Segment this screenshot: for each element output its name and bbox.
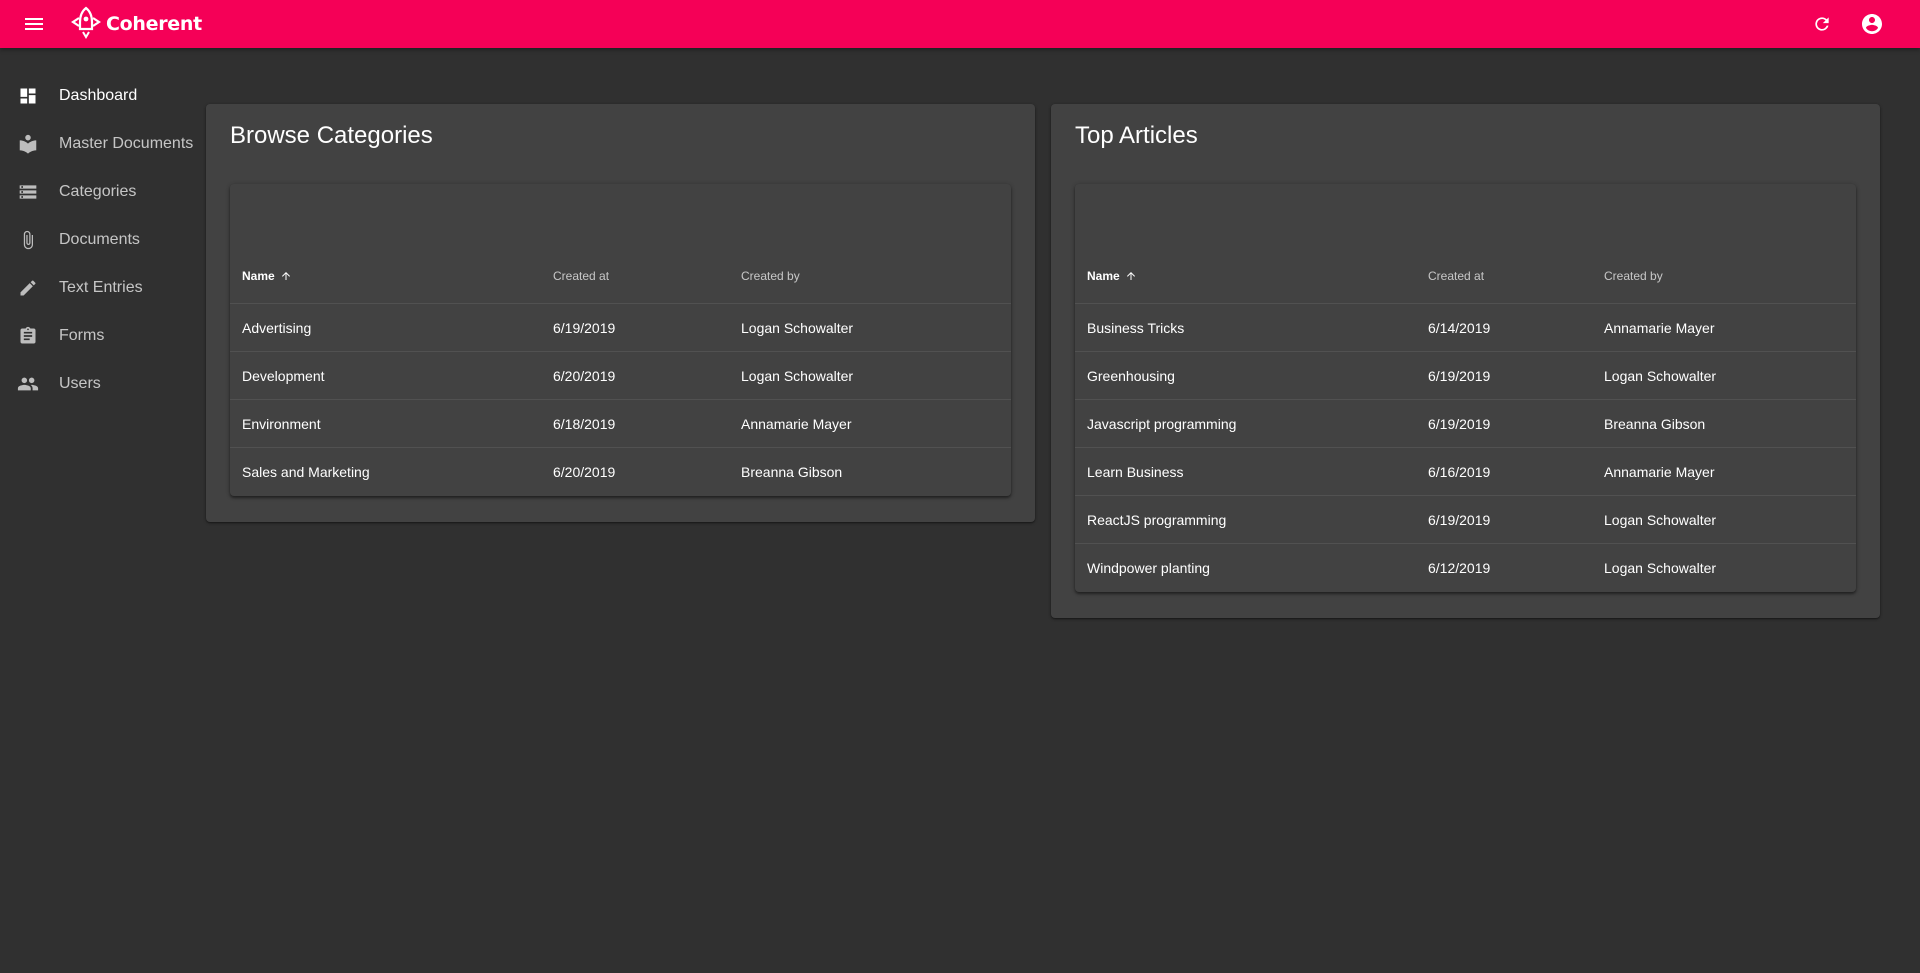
cell-name: Sales and Marketing — [242, 464, 370, 480]
cell-created-at: 6/16/2019 — [1428, 463, 1491, 480]
clipboard-icon — [16, 324, 40, 348]
column-header-name[interactable]: Name — [242, 269, 553, 283]
sidebar-item-dashboard[interactable]: Dashboard — [0, 72, 200, 120]
cell-name: Development — [242, 367, 325, 384]
table-row[interactable]: Development 6/20/2019 Logan Schowalter — [230, 352, 1011, 400]
cell-created-by: Breanna Gibson — [1604, 415, 1706, 432]
sidebar-item-label: Users — [59, 375, 101, 392]
brand-logo[interactable]: Coherent — [70, 6, 202, 42]
cell-created-by: Logan Schowalter — [1604, 560, 1717, 576]
cell-name: Business Tricks — [1087, 319, 1185, 336]
sidebar-item-label: Documents — [59, 231, 140, 248]
sidebar-item-forms[interactable]: Forms — [0, 312, 200, 360]
sidebar-item-master-documents[interactable]: Master Documents — [0, 120, 200, 168]
table-toolbar — [1075, 184, 1856, 248]
cell-created-at: 6/18/2019 — [553, 415, 616, 432]
column-header-name[interactable]: Name — [1087, 269, 1428, 283]
app-bar: Coherent — [0, 0, 1920, 48]
column-header-created-by[interactable]: Created by — [1604, 269, 1663, 283]
cell-name: Javascript programming — [1087, 415, 1237, 432]
cell-created-by: Breanna Gibson — [741, 464, 843, 480]
cell-created-at: 6/19/2019 — [1428, 415, 1491, 432]
column-header-created-by[interactable]: Created by — [741, 269, 800, 283]
articles-table: Name Created at Created by Business Tric… — [1075, 184, 1856, 592]
table-row[interactable]: Environment 6/18/2019 Annamarie Mayer — [230, 400, 1011, 448]
table-row[interactable]: Learn Business 6/16/2019 Annamarie Mayer — [1075, 448, 1856, 496]
cell-name: Windpower planting — [1087, 560, 1210, 576]
cell-name: Learn Business — [1087, 463, 1184, 480]
browse-categories-panel: Browse Categories Name Created at Create… — [206, 104, 1035, 522]
people-icon — [16, 372, 40, 396]
sidebar-item-label: Dashboard — [59, 87, 138, 104]
top-articles-panel: Top Articles Name Created at Created by … — [1051, 104, 1880, 618]
arrow-up-icon — [280, 270, 292, 282]
table-toolbar — [230, 184, 1011, 248]
cell-created-at: 6/19/2019 — [553, 319, 616, 336]
table-header: Name Created at Created by — [1075, 248, 1856, 304]
table-header: Name Created at Created by — [230, 248, 1011, 304]
cell-created-by: Logan Schowalter — [1604, 511, 1717, 528]
table-row[interactable]: Business Tricks 6/14/2019 Annamarie Maye… — [1075, 304, 1856, 352]
menu-icon[interactable] — [22, 12, 46, 36]
column-header-created-at[interactable]: Created at — [1428, 269, 1604, 283]
cell-created-at: 6/19/2019 — [1428, 511, 1491, 528]
sidebar-item-users[interactable]: Users — [0, 360, 200, 408]
cell-created-at: 6/20/2019 — [553, 367, 616, 384]
cell-created-at: 6/12/2019 — [1428, 560, 1491, 576]
cell-created-by: Annamarie Mayer — [1604, 319, 1715, 336]
attachment-icon — [16, 228, 40, 252]
cell-created-by: Logan Schowalter — [741, 367, 854, 384]
column-header-created-at[interactable]: Created at — [553, 269, 741, 283]
sidebar-item-label: Master Documents — [59, 135, 194, 152]
cell-created-at: 6/14/2019 — [1428, 319, 1491, 336]
sidebar-item-label: Categories — [59, 183, 137, 200]
brand-name: Coherent — [106, 13, 202, 35]
cell-created-by: Annamarie Mayer — [741, 415, 852, 432]
cell-created-by: Logan Schowalter — [741, 319, 854, 336]
cell-created-at: 6/19/2019 — [1428, 367, 1491, 384]
cell-name: Advertising — [242, 319, 312, 336]
cell-created-by: Logan Schowalter — [1604, 367, 1717, 384]
table-row[interactable]: Greenhousing 6/19/2019 Logan Schowalter — [1075, 352, 1856, 400]
account-circle-icon[interactable] — [1859, 11, 1885, 37]
rocket-logo-icon — [70, 5, 102, 44]
sidebar: Dashboard Master Documents Categories Do… — [0, 72, 200, 408]
table-row[interactable]: Windpower planting 6/12/2019 Logan Schow… — [1075, 544, 1856, 592]
pencil-icon — [16, 276, 40, 300]
panel-title: Browse Categories — [230, 122, 433, 149]
refresh-icon[interactable] — [1810, 12, 1834, 36]
storage-icon — [16, 180, 40, 204]
sidebar-item-categories[interactable]: Categories — [0, 168, 200, 216]
cell-created-by: Annamarie Mayer — [1604, 463, 1715, 480]
cell-created-at: 6/20/2019 — [553, 464, 616, 480]
arrow-up-icon — [1125, 270, 1137, 282]
sidebar-item-documents[interactable]: Documents — [0, 216, 200, 264]
cell-name: ReactJS programming — [1087, 511, 1227, 528]
book-icon — [16, 132, 40, 156]
table-row[interactable]: Sales and Marketing 6/20/2019 Breanna Gi… — [230, 448, 1011, 496]
table-row[interactable]: ReactJS programming 6/19/2019 Logan Scho… — [1075, 496, 1856, 544]
panel-title: Top Articles — [1075, 122, 1198, 149]
sidebar-item-label: Text Entries — [59, 279, 143, 296]
cell-name: Greenhousing — [1087, 367, 1175, 384]
sidebar-item-label: Forms — [59, 327, 105, 344]
sidebar-item-text-entries[interactable]: Text Entries — [0, 264, 200, 312]
dashboard-icon — [16, 84, 40, 108]
table-row[interactable]: Javascript programming 6/19/2019 Breanna… — [1075, 400, 1856, 448]
categories-table: Name Created at Created by Advertising 6… — [230, 184, 1011, 496]
cell-name: Environment — [242, 415, 321, 432]
table-row[interactable]: Advertising 6/19/2019 Logan Schowalter — [230, 304, 1011, 352]
